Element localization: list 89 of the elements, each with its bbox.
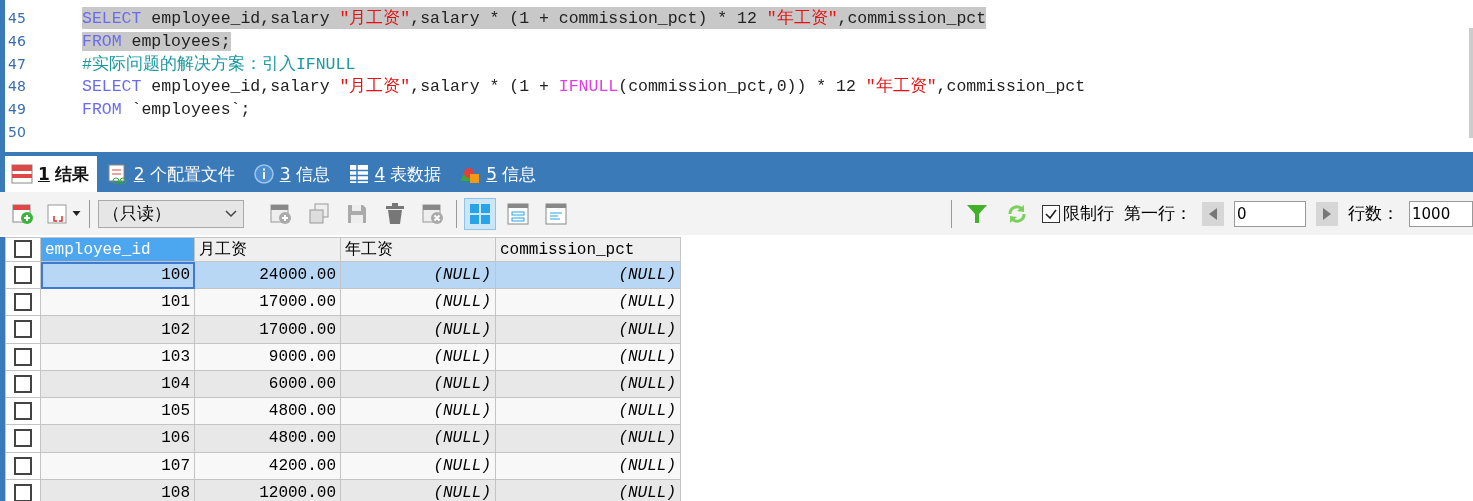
table-cell: 4200.00 (194, 452, 341, 480)
table-cell: (NULL) (495, 343, 681, 371)
right-triangle-icon[interactable] (1323, 207, 1331, 220)
table-cell: 17000.00 (194, 288, 341, 316)
table-cell: 105 (40, 397, 195, 425)
grid-view-icon[interactable] (465, 198, 495, 229)
column-dropdown-button[interactable] (46, 201, 81, 226)
line-number: 48 (7, 78, 27, 95)
result-tab[interactable]: 2 个配置文件 (100, 156, 243, 192)
row-count-label: 行数： (1348, 202, 1399, 225)
table-cell: (NULL) (495, 370, 681, 398)
table-row[interactable]: 108 12000.00 (NULL) (NULL) (5, 479, 681, 501)
table-cell: (NULL) (495, 424, 681, 453)
result-tab[interactable]: 5 信息 (453, 156, 545, 192)
result-tab[interactable]: 1 结果 (5, 156, 97, 192)
table-cell: (NULL) (495, 315, 681, 344)
code-line: FROM `employees`; (82, 99, 251, 119)
line-number: 46 (7, 33, 27, 50)
table-cell: (NULL) (340, 397, 496, 425)
table-cell: 108 (40, 479, 195, 501)
mode-dropdown[interactable]: （只读） (98, 199, 244, 228)
table-cell: (NULL) (495, 452, 681, 480)
row-checkbox[interactable] (14, 483, 32, 501)
checkbox[interactable] (1042, 204, 1060, 223)
table-cell: (NULL) (340, 343, 496, 371)
chevron-down-icon[interactable] (225, 209, 237, 218)
grid-icon (347, 163, 370, 185)
table-row[interactable]: 103 9000.00 (NULL) (NULL) (5, 343, 681, 371)
table-cell: 24000.00 (194, 261, 341, 289)
first-row-field[interactable]: 0 (1234, 200, 1306, 227)
row-checkbox[interactable] (14, 374, 32, 393)
line-number: 45 (7, 10, 27, 27)
table-row[interactable]: 104 6000.00 (NULL) (NULL) (5, 370, 681, 398)
table-row[interactable]: 101 17000.00 (NULL) (NULL) (5, 288, 681, 316)
previous-button[interactable] (1202, 201, 1224, 226)
row-checkbox[interactable] (14, 402, 32, 421)
row-checkbox[interactable] (14, 456, 32, 475)
table-cell: 4800.00 (194, 397, 341, 425)
result-tab[interactable]: 3 信息 (246, 156, 338, 192)
table-cell: (NULL) (340, 370, 496, 398)
left-triangle-icon[interactable] (1209, 207, 1217, 220)
column-header[interactable]: 月工资 (194, 237, 341, 262)
row-checkbox[interactable] (14, 347, 32, 366)
row-checkbox[interactable] (14, 266, 32, 284)
row-checkbox[interactable] (14, 429, 32, 448)
table-cell: 9000.00 (194, 343, 341, 371)
table-cell: 107 (40, 452, 195, 480)
table-cell: 106 (40, 424, 195, 453)
line-number: 47 (7, 55, 27, 72)
line-number: 49 (7, 101, 27, 118)
table-cell: 12000.00 (194, 479, 341, 501)
column-header[interactable]: commission_pct (495, 237, 681, 262)
table-row[interactable]: 106 4800.00 (NULL) (NULL) (5, 424, 681, 453)
table-row[interactable]: 107 4200.00 (NULL) (NULL) (5, 452, 681, 480)
table-cell: 101 (40, 288, 195, 316)
limit-rows-checkbox[interactable]: 限制行 (1042, 202, 1114, 225)
table-cell: 17000.00 (194, 315, 341, 344)
row-checkbox[interactable] (14, 293, 32, 312)
info-icon (252, 163, 275, 185)
table-cell: (NULL) (340, 424, 496, 453)
column-header[interactable]: 年工资 (340, 237, 496, 262)
table-cell: (NULL) (340, 452, 496, 480)
table-cell: 6000.00 (194, 370, 341, 398)
caret-icon[interactable] (72, 210, 81, 217)
table-cell: (NULL) (340, 288, 496, 316)
code-line: SELECT employee_id,salary "月工资",salary * (1 + IFNULL(commission_pct,0)) * 12 "年工资",commission_pct (82, 76, 1086, 98)
table-row[interactable]: 105 4800.00 (NULL) (NULL) (5, 397, 681, 425)
table-cell: (NULL) (495, 261, 681, 289)
table-row[interactable]: 100 24000.00 (NULL) (NULL) (5, 261, 681, 289)
line-number: 50 (7, 123, 27, 140)
table-cell: 4800.00 (194, 424, 341, 453)
table-cell: 104 (40, 370, 195, 398)
first-row-label: 第一行： (1124, 202, 1192, 225)
table-row[interactable]: 102 17000.00 (NULL) (NULL) (5, 315, 681, 344)
row-checkbox[interactable] (14, 320, 32, 339)
row-count-field[interactable]: 1000 (1409, 200, 1473, 227)
table-cell: 100 (40, 261, 195, 289)
table-cell: 103 (40, 343, 195, 371)
next-button[interactable] (1316, 201, 1338, 226)
table-cell: (NULL) (340, 315, 496, 344)
code-line: #实际问题的解决方案：引入IFNULL (82, 53, 356, 75)
table-cell: (NULL) (495, 479, 681, 501)
table-cell: (NULL) (340, 479, 496, 501)
result-tab[interactable]: 4 表数据 (341, 156, 450, 192)
select-all-checkbox[interactable] (14, 240, 32, 259)
table-cell: (NULL) (495, 397, 681, 425)
table-cell: (NULL) (340, 261, 496, 289)
table-cell: 102 (40, 315, 195, 344)
table-cell: (NULL) (495, 288, 681, 316)
